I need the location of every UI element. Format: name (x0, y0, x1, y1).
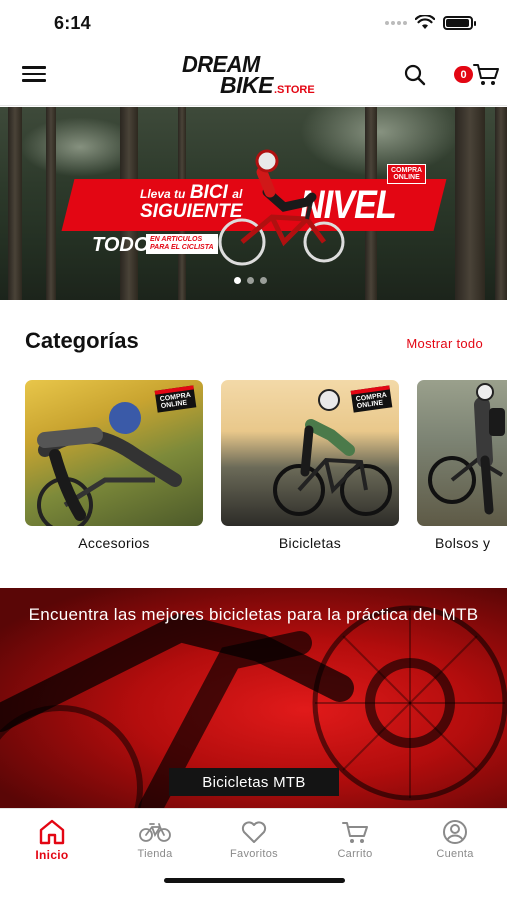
status-bar: 6:14 (0, 0, 507, 46)
category-card-bicicletas[interactable]: COMPRA ONLINE Bicicletas (221, 380, 399, 551)
hero-todo-text: TODO (92, 234, 150, 256)
hero-compra-online-badge: COMPRA ONLINE (387, 164, 427, 184)
status-time: 6:14 (54, 13, 91, 33)
category-image[interactable]: COMPRA ONLINE (25, 380, 203, 526)
signal-icon (385, 20, 407, 25)
bicicletas-mtb-button[interactable]: Bicicletas MTB (169, 768, 339, 796)
logo-line-2: BIKE (220, 72, 273, 98)
carousel-dot[interactable] (247, 277, 254, 284)
category-label: Bolsos y (435, 535, 491, 551)
carousel-dot[interactable] (260, 277, 267, 284)
tab-label: Carrito (337, 848, 373, 860)
cart-icon (342, 822, 368, 843)
logo-line-1: DREAM (182, 51, 260, 77)
tab-label: Inicio (35, 848, 69, 862)
cart-count-badge: 0 (454, 66, 473, 83)
tab-tienda[interactable]: Tienda (115, 819, 195, 860)
category-image[interactable] (417, 380, 507, 526)
hero-articles-tag: EN ARTICULOS PARA EL CICLISTA (146, 234, 218, 254)
backpack-cyclist-image (428, 383, 505, 515)
carousel-dot[interactable] (234, 277, 241, 284)
bicycle-icon (139, 823, 171, 842)
wifi-icon (415, 15, 435, 29)
category-card-bolsos[interactable]: Bolsos y (417, 380, 507, 551)
categories-header: Categorías Mostrar todo (25, 328, 485, 358)
categories-title: Categorías (25, 328, 139, 353)
hero-banner[interactable]: Lleva tu BICI al SIGUIENTE NIVEL COMPRA … (0, 107, 507, 300)
category-image[interactable]: COMPRA ONLINE (221, 380, 399, 526)
cyclist-illustration (218, 149, 345, 266)
tab-label: Favoritos (230, 848, 278, 860)
promo-banner[interactable]: Encuentra las mejores bicicletas para la… (0, 588, 507, 809)
category-label: Bicicletas (278, 535, 342, 551)
show-all-link[interactable]: Mostrar todo (406, 336, 483, 351)
category-card-accesorios[interactable]: COMPRA ONLINE Accesorios (25, 380, 203, 551)
tab-inicio[interactable]: Inicio (12, 819, 92, 862)
status-icons (385, 15, 476, 30)
battery-icon (443, 15, 476, 30)
category-label: Accesorios (78, 535, 150, 551)
bottom-tab-bar: Inicio Tienda Favoritos Carrito Cuenta (0, 808, 507, 900)
promo-title: Encuentra las mejores bicicletas para la… (28, 605, 479, 624)
logo[interactable]: DREAM BIKE .STORE (182, 51, 332, 98)
tab-label: Tienda (137, 848, 173, 860)
menu-icon[interactable] (22, 66, 46, 84)
logo-suffix: .STORE (273, 84, 315, 96)
battery-level (446, 18, 470, 27)
tab-carrito[interactable]: Carrito (315, 819, 395, 860)
carousel-dots[interactable] (234, 277, 267, 284)
tab-cuenta[interactable]: Cuenta (415, 819, 495, 860)
tab-label: Cuenta (436, 848, 474, 860)
heart-icon (241, 821, 267, 843)
tab-favoritos[interactable]: Favoritos (214, 819, 294, 860)
home-icon (39, 819, 65, 845)
search-icon[interactable] (402, 62, 428, 88)
app-header: DREAM BIKE .STORE 0 (0, 46, 507, 106)
cart-icon[interactable] (472, 61, 500, 87)
home-indicator (164, 878, 345, 883)
user-icon (443, 820, 467, 844)
